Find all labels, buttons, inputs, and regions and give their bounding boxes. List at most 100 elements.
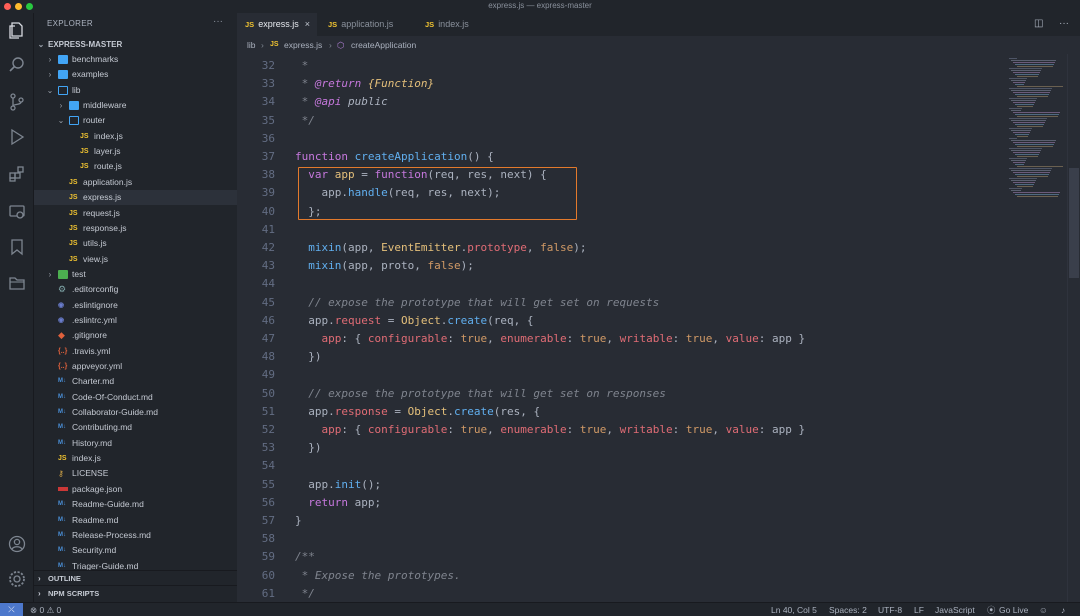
source-control-icon[interactable] [7,92,27,112]
search-icon[interactable] [7,55,27,75]
tree-item[interactable]: ◆ .gitignore [34,328,237,343]
minimap-line [1009,138,1017,139]
indentation-indicator[interactable]: Spaces: 2 [829,603,867,616]
js-file-icon: JS [80,163,89,171]
tree-item-label: Readme-Guide.md [72,499,144,510]
tree-item[interactable]: › examples [34,67,237,82]
minimap-line [1015,104,1034,105]
tree-item[interactable]: package.json [34,482,237,497]
tree-item[interactable]: ⚙ .editorconfig [34,282,237,297]
minimap-line [1011,170,1051,171]
remote-explorer-icon[interactable] [7,202,27,222]
tab-express-js[interactable]: JS express.js × [237,13,317,36]
tree-item[interactable]: JS express.js [34,190,237,206]
tree-item[interactable]: M↓ Security.md [34,543,237,558]
workspace-root[interactable]: ⌄ EXPRESS-MASTER [34,37,237,52]
tree-item[interactable]: {..} appveyor.yml [34,359,237,374]
tree-item[interactable]: JS response.js [34,221,237,236]
tree-item[interactable]: M↓ Collaborator-Guide.md [34,405,237,420]
folder-icon [58,85,68,95]
tree-item[interactable]: ◉ .eslintignore [34,298,237,313]
tree-item[interactable]: JS index.js [34,451,237,466]
code-line: 50 // expose the prototype that will get… [237,385,1005,403]
language-mode[interactable]: JavaScript [935,603,975,616]
tree-item[interactable]: M↓ Contributing.md [34,420,237,435]
minimap-line [1011,130,1031,131]
minimap[interactable] [1005,54,1067,602]
tree-item[interactable]: JS layer.js [34,144,237,159]
tree-item-label: Charter.md [72,376,115,387]
tree-item[interactable]: JS route.js [34,159,237,174]
vertical-scrollbar[interactable] [1067,54,1080,602]
tree-item[interactable]: › middleware [34,98,237,113]
files-icon[interactable] [7,20,27,40]
js-file-icon: JS [69,194,78,202]
account-icon[interactable] [7,534,27,554]
problems-indicator[interactable]: ⊗ 0 ⚠ 0 [30,603,61,616]
tree-item[interactable]: M↓ History.md [34,436,237,451]
line-number: 42 [261,241,275,254]
scrollbar-thumb[interactable] [1069,168,1079,278]
tree-item[interactable]: JS request.js [34,206,237,221]
markdown-file-icon: M↓ [58,393,66,400]
eslint-file-icon: ◉ [58,316,65,324]
code-editor[interactable]: 32 * 33 * @return {Function} 34 * @api pub… [237,54,1005,602]
line-number: 49 [261,368,275,382]
tree-item[interactable]: ◉ .eslintrc.yml [34,313,237,328]
tree-item[interactable]: JS index.js [34,129,237,144]
outline-section[interactable]: › OUTLINE [34,570,237,585]
minimap-line [1017,66,1053,67]
eol-indicator[interactable]: LF [914,603,924,616]
minimap-line [1015,154,1039,155]
more-actions-icon[interactable]: ··· [1059,18,1069,29]
tree-item[interactable]: M↓ Code-Of-Conduct.md [34,390,237,405]
tree-item[interactable]: › test [34,267,237,282]
remote-indicator-icon[interactable]: ⤫ [0,603,23,616]
tree-item[interactable]: M↓ Release-Process.md [34,528,237,543]
minimap-line [1011,180,1036,181]
feedback-icon[interactable]: ☺ [1039,603,1048,616]
code-line: 59/** [237,548,1005,566]
minimap-line [1017,116,1058,117]
settings-gear-icon[interactable] [7,569,27,589]
npm-scripts-section[interactable]: › NPM SCRIPTS [34,585,237,600]
tree-item[interactable]: JS application.js [34,175,237,190]
minimap-line [1009,98,1037,99]
folder-icon[interactable] [7,273,27,293]
tree-item-label: benchmarks [72,54,119,64]
code-line: 34 * @api public [237,93,1005,111]
breadcrumb-folder[interactable]: lib [247,36,256,54]
encoding-indicator[interactable]: UTF-8 [878,603,902,616]
tree-item[interactable]: JS utils.js [34,236,237,251]
tree-item[interactable]: M↓ Readme-Guide.md [34,497,237,512]
bookmark-icon[interactable] [7,237,27,257]
breadcrumb-file[interactable]: express.js [284,36,322,54]
tree-item[interactable]: ⌄ lib [34,83,237,98]
tab-index-js[interactable]: JS index.js [417,13,487,36]
code-line: 57} [237,512,1005,530]
tab-application-js[interactable]: JS application.js [319,13,419,36]
more-actions-icon[interactable]: ··· [213,16,223,27]
minimap-line [1013,182,1035,183]
run-debug-icon[interactable] [7,127,27,147]
cursor-position[interactable]: Ln 40, Col 5 [771,603,817,616]
tree-item[interactable]: ⌄ router [34,113,237,128]
tree-item-label: LICENSE [72,468,109,479]
tree-item[interactable]: › benchmarks [34,52,237,67]
breadcrumb-symbol[interactable]: createApplication [351,36,416,54]
go-live-button[interactable]: Go Live [999,603,1028,616]
tree-item[interactable]: M↓ Readme.md [34,513,237,528]
tree-item[interactable]: {..} .travis.yml [34,344,237,359]
js-file-icon: JS [270,41,279,48]
close-tab-icon[interactable]: × [305,19,310,29]
tree-item[interactable]: M↓ Charter.md [34,374,237,389]
tree-item[interactable]: ⚷ LICENSE [34,466,237,481]
chevron-down-icon: ⌄ [46,85,54,95]
extensions-icon[interactable] [7,164,27,184]
minimap-line [1013,142,1055,143]
notifications-bell-icon[interactable]: ♪ [1061,603,1065,616]
minimap-line [1017,186,1033,187]
split-editor-icon[interactable]: ◫ [1034,18,1043,29]
go-live-icon[interactable]: ⦿ [987,603,996,616]
tree-item[interactable]: JS view.js [34,252,237,267]
